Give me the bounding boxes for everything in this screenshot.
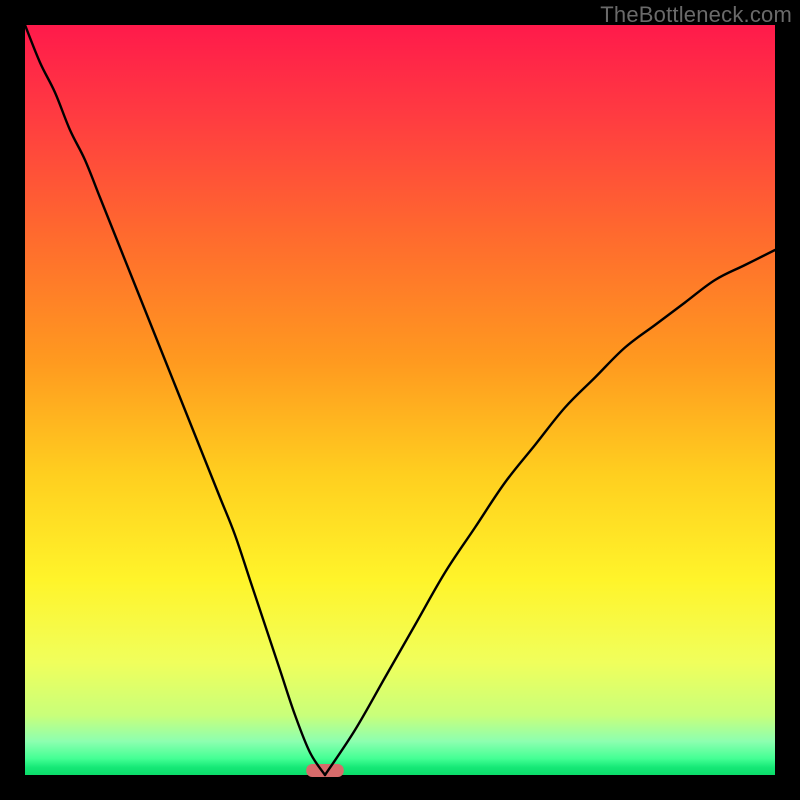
bottleneck-chart [0,0,800,800]
chart-stage: TheBottleneck.com [0,0,800,800]
attribution-text: TheBottleneck.com [600,2,792,28]
gradient-panel [25,25,775,775]
